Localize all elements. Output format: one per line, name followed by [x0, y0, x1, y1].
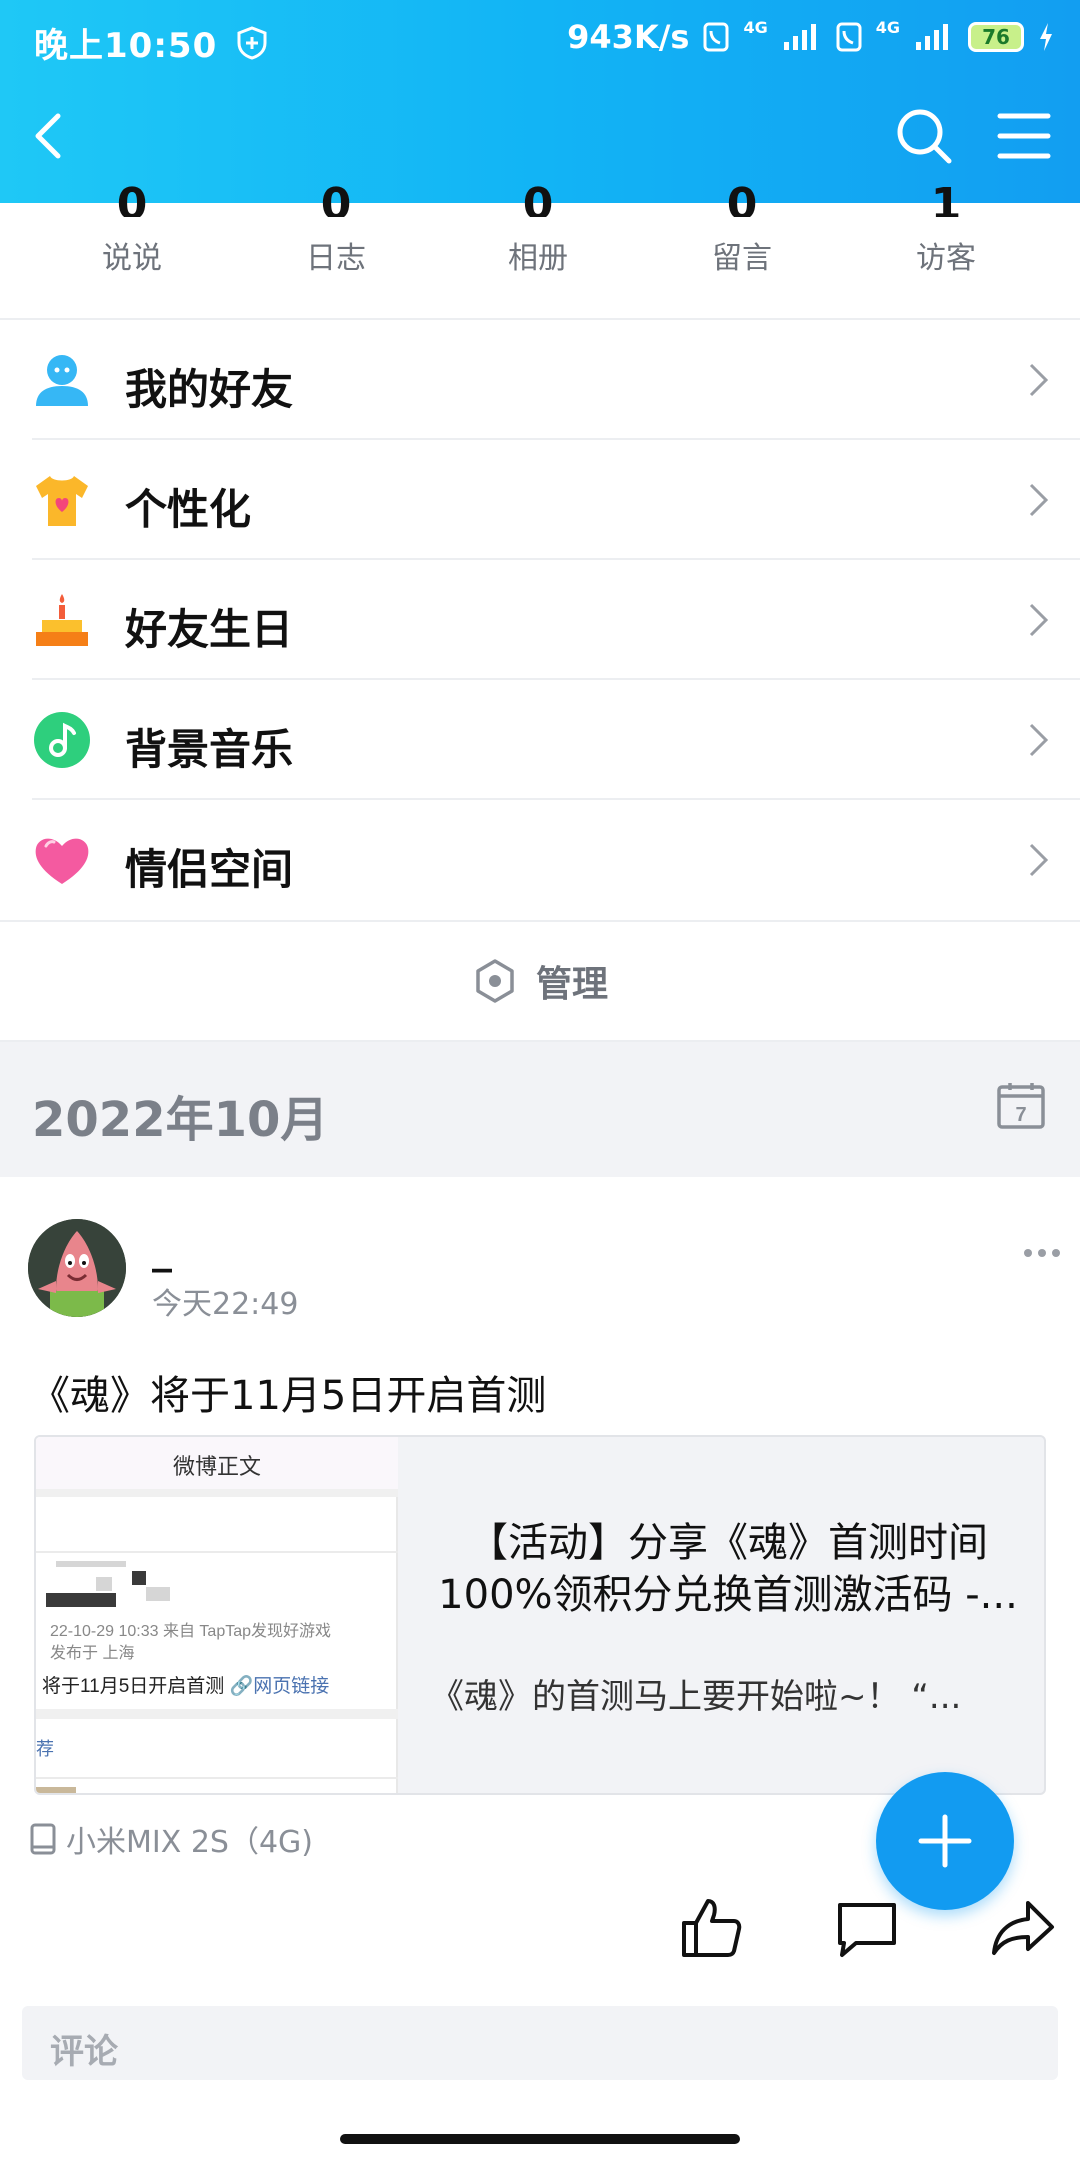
- music-icon: [34, 712, 90, 768]
- comment-icon[interactable]: [834, 1895, 900, 1961]
- hexagon-settings-icon: [476, 959, 514, 1003]
- chevron-right-icon: [1029, 603, 1049, 637]
- stat-value: 0: [320, 183, 352, 217]
- thumb-divider: [36, 1777, 398, 1779]
- thumb-rec: 荐: [36, 1739, 54, 1759]
- thumb-blur: [96, 1577, 112, 1591]
- battery-indicator: 76: [968, 22, 1024, 52]
- chevron-right-icon: [1029, 483, 1049, 517]
- search-icon[interactable]: [894, 106, 954, 166]
- menu-item-personalize[interactable]: 个性化: [0, 440, 1080, 560]
- network-speed: 943K/s: [567, 18, 690, 56]
- stat-value: 0: [726, 183, 758, 217]
- menu-icon[interactable]: [996, 108, 1052, 164]
- link-thumbnail: 微博正文 22-10-29 10:33 来自 TapTap发现好游戏 发布于 上…: [36, 1437, 398, 1793]
- post-text: 《魂》将于11月5日开启首测: [30, 1373, 547, 1419]
- manage-button[interactable]: 管理: [0, 920, 1080, 1040]
- comment-input[interactable]: 评论: [22, 2006, 1058, 2080]
- link-title: 【活动】分享《魂》首测时间100%领积分兑换首测激活码 -...: [438, 1520, 1018, 1618]
- link-description: 《魂》的首测马上要开始啦~！ “...: [430, 1677, 962, 1717]
- thumb-body: 将于11月5日开启首测 🔗网页链接: [42, 1671, 329, 1698]
- thumb-blur: [46, 1593, 116, 1607]
- thumb-blur: [56, 1561, 126, 1567]
- menu-item-couple[interactable]: 情侣空间: [0, 800, 1080, 920]
- signal-1: 4G: [743, 17, 768, 37]
- status-bar-left: 晚上10:50: [34, 18, 269, 67]
- chevron-right-icon: [1029, 363, 1049, 397]
- menu-item-label: 背景音乐: [125, 725, 294, 774]
- home-indicator[interactable]: [340, 2134, 740, 2144]
- menu-item-music[interactable]: 背景音乐: [0, 680, 1080, 800]
- shield-icon: [237, 25, 267, 60]
- signal-bars-icon-2: [916, 24, 948, 50]
- calendar-day: 7: [1015, 1104, 1026, 1126]
- signal-bars-icon: [783, 24, 816, 50]
- more-options-icon[interactable]: [1022, 1243, 1062, 1263]
- stat-rizhi[interactable]: 0 日志: [256, 183, 416, 277]
- cake-icon: [36, 594, 88, 646]
- shirt-icon: [36, 476, 88, 526]
- thumb-meta: 发布于 上海: [50, 1645, 135, 1662]
- stat-label: 留言: [712, 241, 772, 276]
- chevron-right-icon: [1029, 843, 1049, 877]
- stats-row: 0 说说 0 日志 0 相册 0 留言 1 访客: [0, 183, 1080, 320]
- phone-hd-icon-2: [836, 22, 862, 52]
- link-card[interactable]: 微博正文 22-10-29 10:33 来自 TapTap发现好游戏 发布于 上…: [34, 1435, 1046, 1795]
- avatar[interactable]: [28, 1219, 126, 1317]
- comment-placeholder: 评论: [50, 2032, 118, 2072]
- back-arrow-icon[interactable]: [20, 106, 80, 166]
- stat-value: 0: [522, 183, 554, 217]
- stat-label: 访客: [916, 241, 976, 276]
- thumb-blur: [132, 1571, 146, 1585]
- stat-label: 说说: [102, 241, 162, 276]
- stat-fangke[interactable]: 1 访客: [866, 183, 1026, 277]
- month-header: 2022年10月 7: [0, 1040, 1080, 1177]
- thumb-blur: [36, 1787, 76, 1793]
- thumb-divider: [36, 1551, 398, 1553]
- stat-liuyan[interactable]: 0 留言: [662, 183, 822, 277]
- feed-post: _ 今天22:49 《魂》将于11月5日开启首测 微博正文 22-10-29 1…: [0, 1177, 1080, 2160]
- chevron-right-icon: [1029, 723, 1049, 757]
- status-bar-right: 943K/s 4G 4G 76: [567, 18, 1054, 56]
- heart-icon: [35, 838, 89, 884]
- phone-icon: [30, 1823, 56, 1855]
- stat-xiangce[interactable]: 0 相册: [458, 183, 618, 277]
- thumb-meta: 22-10-29 10:33 来自 TapTap发现好游戏: [50, 1623, 332, 1640]
- device-name: 小米MIX 2S（4G): [66, 1825, 313, 1860]
- menu-item-label: 我的好友: [125, 365, 294, 414]
- like-icon[interactable]: [678, 1895, 744, 1961]
- stat-shuoshuo[interactable]: 0 说说: [52, 183, 212, 277]
- stat-label: 相册: [508, 241, 568, 276]
- menu-item-friends[interactable]: 我的好友: [0, 320, 1080, 440]
- thumb-band: [36, 1709, 398, 1719]
- thumb-body-text: 将于11月5日开启首测: [42, 1676, 230, 1697]
- thumb-link: 🔗网页链接: [229, 1676, 330, 1697]
- device-info: 小米MIX 2S（4G): [30, 1817, 313, 1861]
- share-icon[interactable]: [990, 1895, 1056, 1961]
- post-time: 今天22:49: [152, 1287, 299, 1322]
- phone-hd-icon: [703, 22, 729, 52]
- menu-item-label: 情侣空间: [125, 845, 294, 894]
- plus-icon: [918, 1814, 972, 1868]
- stat-label: 日志: [306, 241, 366, 276]
- add-post-button[interactable]: [876, 1772, 1014, 1910]
- friends-icon: [36, 355, 88, 406]
- thumb-header: 微博正文: [36, 1437, 398, 1497]
- month-title: 2022年10月: [32, 1092, 329, 1148]
- author-name[interactable]: _: [152, 1227, 172, 1273]
- stat-value: 1: [930, 183, 962, 217]
- avatar-image: [28, 1219, 126, 1317]
- manage-label: 管理: [535, 964, 608, 1005]
- menu-item-birthday[interactable]: 好友生日: [0, 560, 1080, 680]
- charging-icon: [1040, 23, 1052, 51]
- top-bar: 晚上10:50 943K/s 4G 4G 76: [0, 0, 1080, 203]
- signal-2: 4G: [875, 17, 900, 37]
- thumb-blur: [146, 1587, 170, 1601]
- calendar-icon[interactable]: 7: [996, 1080, 1046, 1130]
- menu-item-label: 好友生日: [125, 605, 294, 654]
- menu-item-label: 个性化: [125, 485, 252, 534]
- status-time: 晚上10:50: [34, 26, 218, 66]
- stat-value: 0: [116, 183, 148, 217]
